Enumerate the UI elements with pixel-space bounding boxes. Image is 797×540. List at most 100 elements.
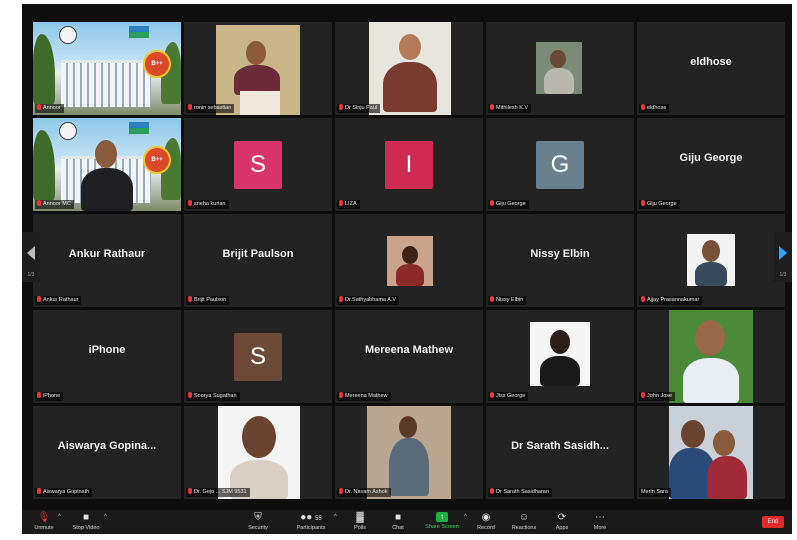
tile-liza[interactable]: I LIZA (335, 118, 483, 211)
tile-annoor[interactable]: B++ Annoor (33, 22, 181, 115)
video-feed (536, 42, 582, 94)
participant-label: Brijit Paulson (186, 296, 230, 305)
tile-iphone[interactable]: iPhone iPhone (33, 310, 181, 403)
gallery-grid: B++ Annoor ronin sebastian Dr Sinju Paul (33, 22, 785, 504)
participant-label: Annoor MC (35, 200, 74, 209)
end-meeting-button[interactable]: End (762, 516, 784, 528)
participant-label: Giju George (639, 200, 680, 209)
mic-muted-icon (641, 296, 645, 302)
participants-options-caret-icon[interactable]: ^ (334, 514, 337, 520)
participant-label: Dr.Sathyabhama A.V (337, 296, 400, 305)
polls-button[interactable]: ▓ Polls (340, 512, 380, 531)
tile-soorya-sugathan[interactable]: S Soorya Sugathan (184, 310, 332, 403)
tile-ajjay-prasannakumar[interactable]: Ajjay Prasannakumar (637, 214, 785, 307)
profile-photo (218, 406, 300, 499)
reactions-button[interactable]: ☺ Reactions (504, 512, 544, 531)
video-options-caret-icon[interactable]: ^ (104, 514, 107, 520)
mic-muted-icon (188, 392, 192, 398)
tile-mithilesh-kv[interactable]: Mithilesh K.V (486, 22, 634, 115)
mic-muted-icon (188, 104, 192, 110)
record-button[interactable]: ◉ Record (466, 512, 506, 531)
mic-muted-icon (641, 392, 645, 398)
mic-muted-icon (37, 488, 41, 494)
participant-label: ronin sebastian (186, 104, 235, 113)
mic-muted-icon (490, 296, 494, 302)
tile-aiswarya-gopinath[interactable]: Aiswarya Gopina... Aiswarya Gopinath (33, 406, 181, 499)
profile-photo (669, 310, 753, 403)
previous-page-button[interactable]: 1/3 (22, 232, 40, 282)
more-button[interactable]: ⋯ More (580, 512, 620, 531)
college-seal-icon (59, 122, 77, 140)
participant-label: Annoor (35, 104, 64, 113)
zoom-meeting-window: B++ Annoor ronin sebastian Dr Sinju Paul (22, 4, 792, 534)
participant-label: Ajjay Prasannakumar (639, 296, 703, 305)
participants-button[interactable]: ●● 55 Participants (288, 512, 334, 531)
smiley-plus-icon: ☺ (518, 512, 530, 523)
tile-annoor-mc[interactable]: B++ Annoor MC (33, 118, 181, 211)
share-screen-button[interactable]: ↑ Share Screen (420, 512, 464, 530)
tile-dr-sarath-sasidharan[interactable]: Dr Sarath Sasidh... Dr Sarath Sasidharan (486, 406, 634, 499)
mic-muted-icon (339, 488, 343, 494)
mic-muted-icon (641, 104, 645, 110)
tile-nissy-elbin[interactable]: Nissy Elbin Nissy Elbin (486, 214, 634, 307)
participant-label: John Jose (639, 392, 676, 401)
shield-icon: ⛨ (254, 512, 262, 523)
tile-merin-sara[interactable]: Merin Sara (637, 406, 785, 499)
tile-jiss-george[interactable]: Jiss George (486, 310, 634, 403)
participant-name: Brijit Paulson (222, 248, 294, 260)
mic-muted-icon (641, 200, 645, 206)
tile-dr-sathyabhama[interactable]: Dr.Sathyabhama A.V (335, 214, 483, 307)
tile-ankur-rathaur[interactable]: Ankur Rathaur Ankur Rathaur (33, 214, 181, 307)
page-indicator: 1/3 (779, 272, 787, 278)
chat-button[interactable]: ■ Chat (378, 512, 418, 531)
video-feed (369, 22, 451, 115)
tile-dr-sinju-paul[interactable]: Dr Sinju Paul (335, 22, 483, 115)
participant-label: Aiswarya Gopinath (35, 488, 93, 497)
avatar: S (234, 332, 282, 381)
tile-dr-navam-ashok[interactable]: Dr. Navam Ashok (335, 406, 483, 499)
participant-label: iPhone (35, 392, 64, 401)
profile-photo (387, 236, 433, 286)
avatar: I (385, 140, 433, 189)
apps-button[interactable]: ⟳ Apps (542, 512, 582, 531)
stop-video-button[interactable]: ■ Stop Video (66, 512, 106, 531)
tile-ronin-sebastian[interactable]: ronin sebastian (184, 22, 332, 115)
apps-icon: ⟳ (557, 512, 567, 523)
more-dots-icon: ⋯ (595, 512, 605, 523)
tile-dr-gejo[interactable]: Dr. Gejo ... SJM 9531 (184, 406, 332, 499)
avatar: G (536, 140, 584, 189)
participants-icon: ●● 55 (300, 512, 322, 523)
profile-photo (669, 406, 753, 499)
mic-muted-icon (188, 488, 192, 494)
participant-name: Dr Sarath Sasidh... (511, 440, 609, 452)
next-page-button[interactable]: 1/3 (774, 232, 792, 282)
participant-label: Mereena Mathew (337, 392, 391, 401)
record-icon: ◉ (481, 512, 491, 523)
tile-mereena-mathew[interactable]: Mereena Mathew Mereena Mathew (335, 310, 483, 403)
audio-options-caret-icon[interactable]: ^ (58, 514, 61, 520)
avatar: S (234, 140, 282, 189)
participant-label: Merin Sara (639, 488, 671, 497)
participant-name: iPhone (88, 344, 126, 356)
participant-name: Ankur Rathaur (68, 248, 146, 260)
participant-label: Ankur Rathaur (35, 296, 82, 305)
participant-label: Jiss George (488, 392, 529, 401)
meeting-toolbar: 🎙 Unmute ^ ■ Stop Video ^ ⛨ Security ●● … (22, 510, 792, 534)
page-indicator: 1/3 (27, 272, 35, 278)
tile-sneha-kurian[interactable]: S sneha kurian (184, 118, 332, 211)
security-button[interactable]: ⛨ Security (238, 512, 278, 531)
tile-eldhose[interactable]: eldhose eldhose (637, 22, 785, 115)
mic-muted-icon (37, 104, 41, 110)
mic-muted-icon (339, 104, 343, 110)
video-camera-icon: ■ (82, 512, 90, 523)
mic-muted-icon (490, 392, 494, 398)
tile-giju-george-avatar[interactable]: G Giju George (486, 118, 634, 211)
mic-muted-icon (339, 392, 343, 398)
mic-muted-icon (339, 296, 343, 302)
tile-brijit-paulson[interactable]: Brijit Paulson Brijit Paulson (184, 214, 332, 307)
participant-label: eldhose (639, 104, 670, 113)
tile-john-jose[interactable]: John Jose (637, 310, 785, 403)
participant-label: Mithilesh K.V (488, 104, 532, 113)
tile-giju-george[interactable]: Giju George Giju George (637, 118, 785, 211)
participant-name: eldhose (690, 56, 732, 68)
